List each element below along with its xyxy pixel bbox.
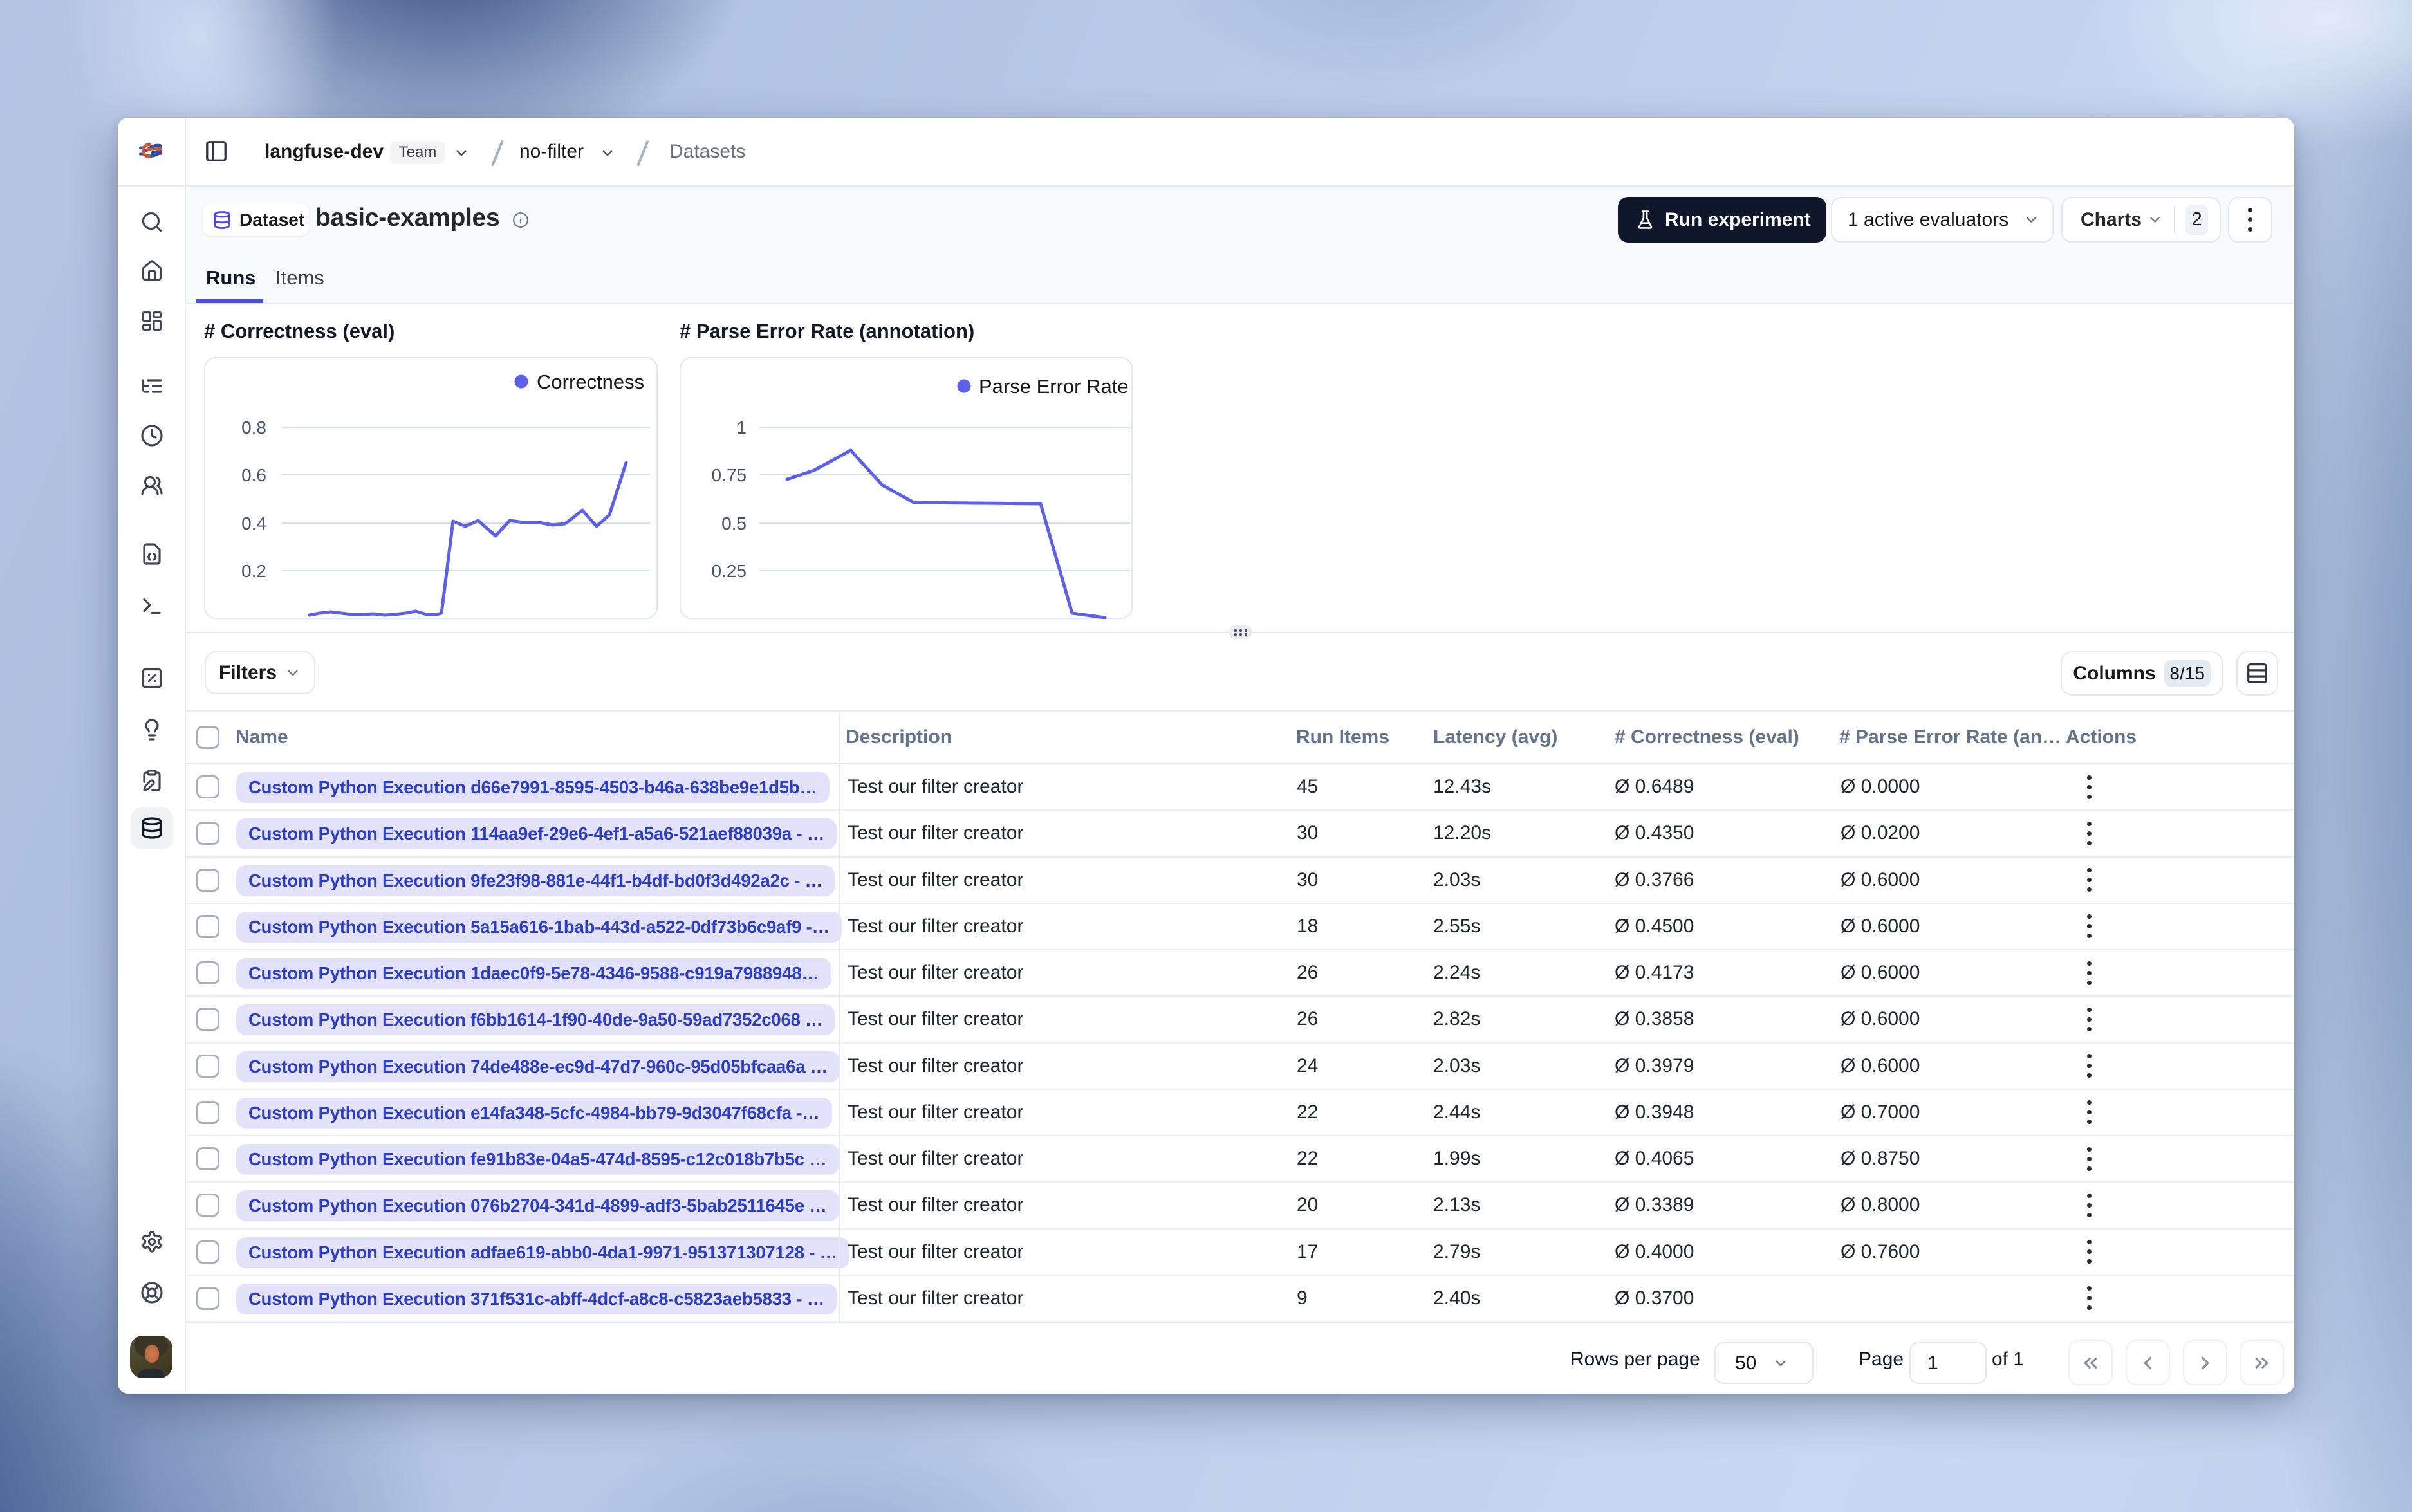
svg-text:Parse Error Rate: Parse Error Rate [979,375,1129,398]
svg-text:0.8: 0.8 [241,418,266,438]
svg-text:0.5: 0.5 [721,513,747,533]
svg-text:0.25: 0.25 [712,561,747,581]
svg-text:1: 1 [736,418,747,438]
svg-text:0.75: 0.75 [712,465,747,485]
svg-text:0.2: 0.2 [241,561,266,581]
svg-text:Correctness: Correctness [537,371,644,393]
svg-text:0.6: 0.6 [241,465,266,485]
svg-text:0.4: 0.4 [241,513,266,533]
